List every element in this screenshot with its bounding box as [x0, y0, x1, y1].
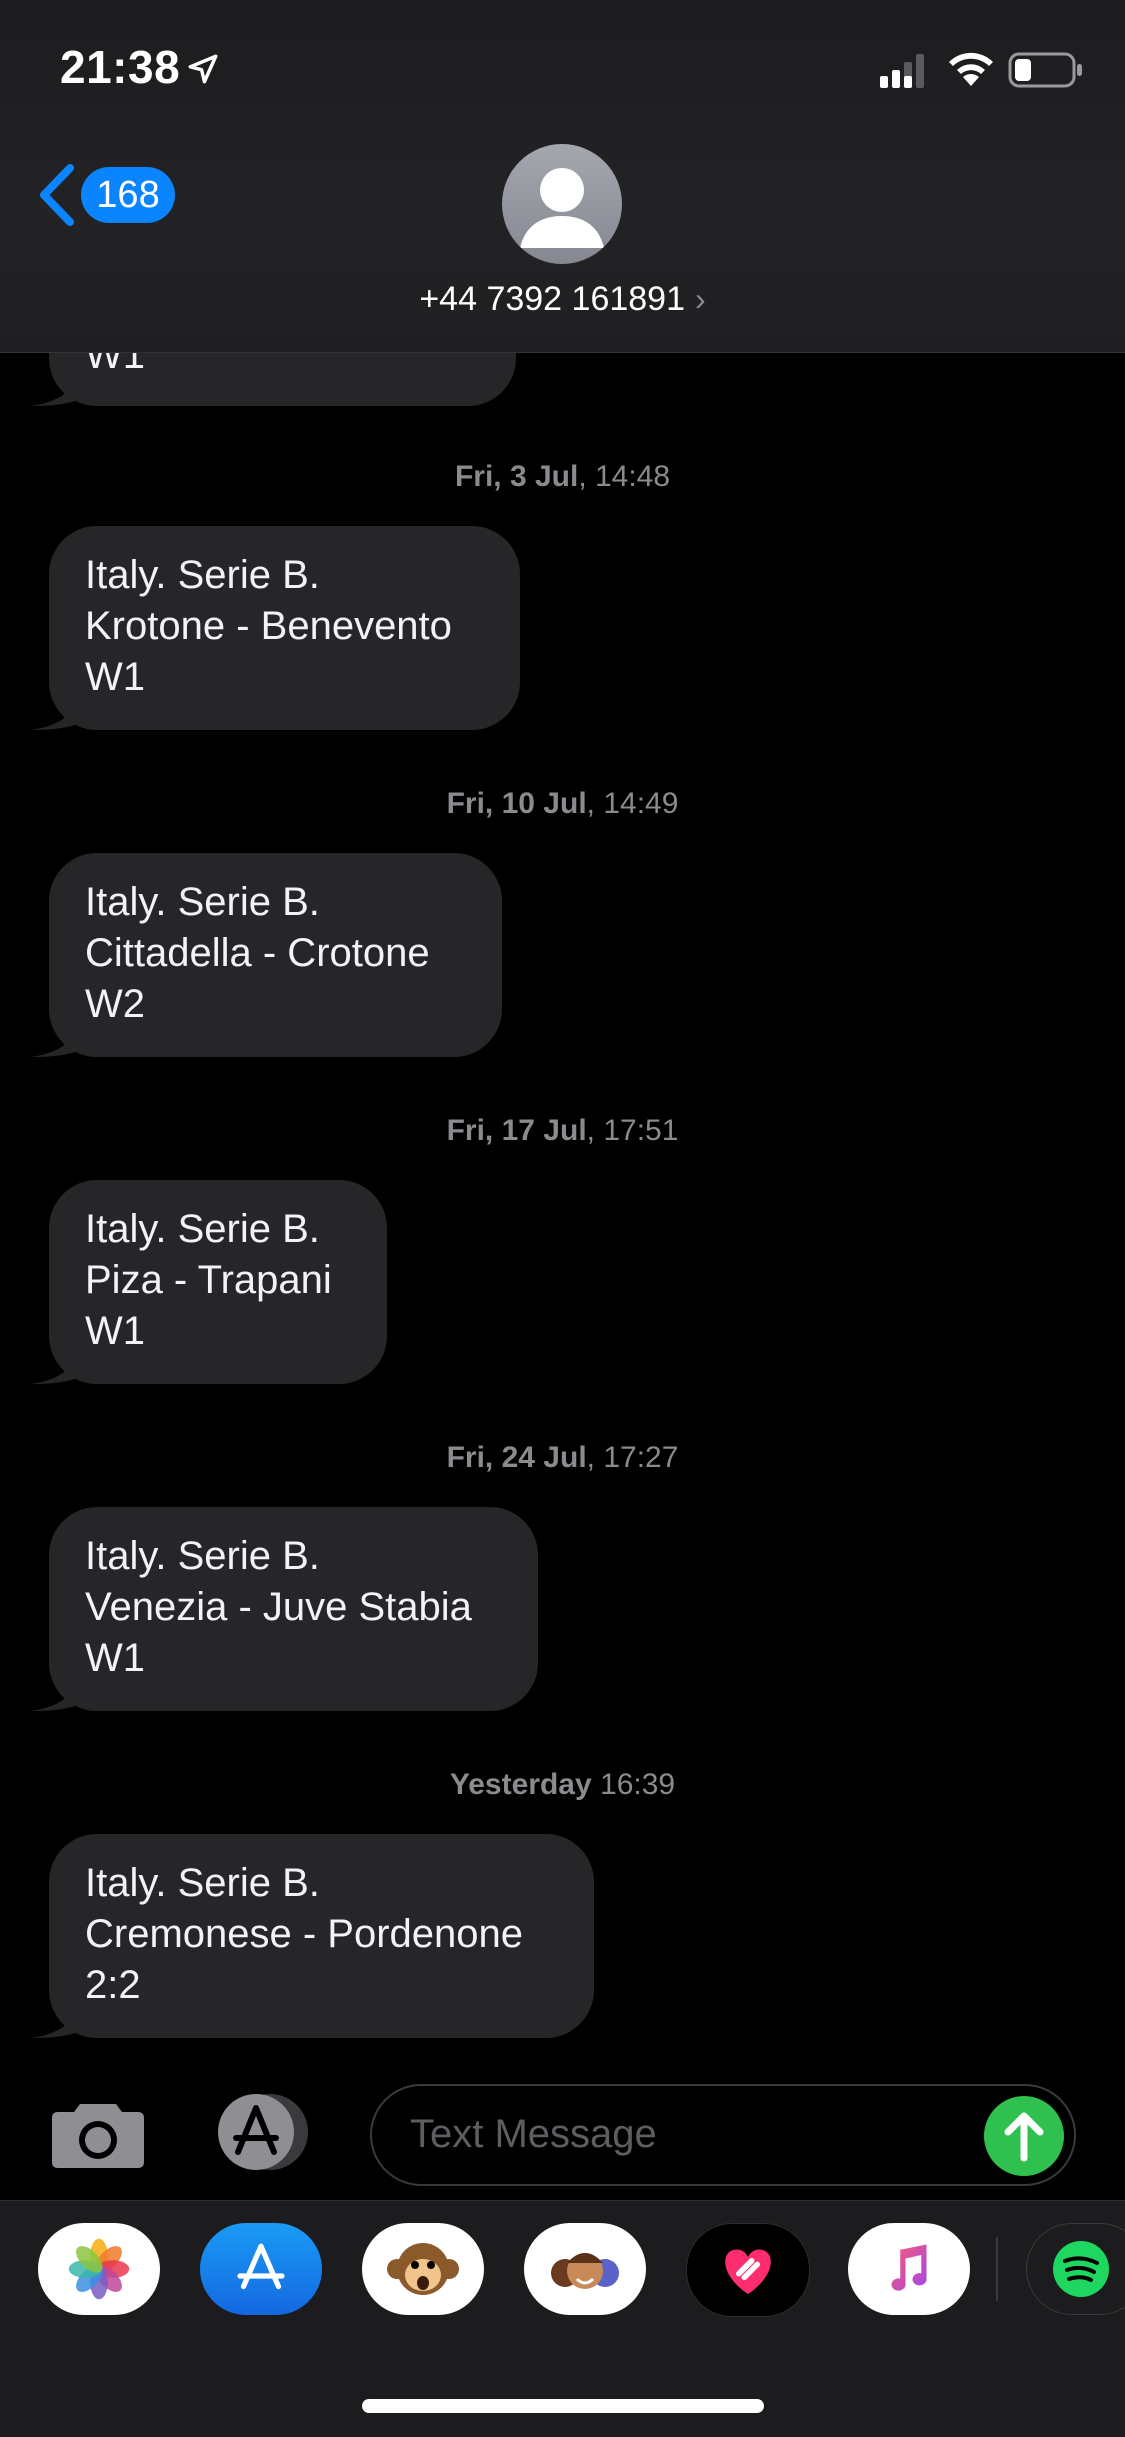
message-line: Italy. Serie B. — [85, 880, 320, 924]
animoji-button[interactable] — [362, 2223, 484, 2315]
message-bubble[interactable]: Italy. Serie B. Piza - Trapani W1 — [31, 1180, 387, 1384]
unread-count-badge: 168 — [81, 167, 175, 223]
message-input[interactable]: Text Message — [370, 2084, 1076, 2186]
timestamp: Fri, 3 Jul, 14:48 — [454, 460, 671, 493]
heart-sticker-icon — [725, 2249, 771, 2295]
message-line: W2 — [85, 982, 145, 1026]
message-line: Cremonese - Pordenone — [85, 1912, 524, 1956]
conversation-header: 21:38 168 +44 7392 161891 › — [0, 0, 1125, 353]
message-input-placeholder: Text Message — [410, 2112, 657, 2156]
message-line: W1 — [85, 1636, 145, 1680]
chevron-left-icon — [40, 164, 74, 226]
camera-icon[interactable] — [50, 2098, 146, 2170]
spotify-button[interactable] — [1026, 2223, 1125, 2315]
message-line: Italy. Serie B. — [85, 1534, 320, 1578]
contact-name: +44 7392 161891 — [419, 280, 685, 318]
person-icon — [520, 168, 604, 248]
message-line: Krotone - Benevento — [85, 604, 452, 648]
bubble-tail — [31, 1994, 81, 2038]
drawer-divider — [996, 2237, 998, 2301]
message-line: W1 — [85, 655, 145, 699]
app-store-apps-icon[interactable] — [208, 2092, 318, 2172]
chevron-right-icon: › — [695, 281, 706, 317]
message-line: Italy. Serie B. — [85, 1861, 320, 1905]
timestamp: Yesterday 16:39 — [449, 1768, 676, 1801]
location-arrow-icon — [188, 54, 218, 84]
timestamp: Fri, 17 Jul, 17:51 — [446, 1114, 679, 1147]
memoji-button[interactable] — [524, 2223, 646, 2315]
app-store-icon — [237, 2243, 285, 2290]
message-line: Cittadella - Crotone — [85, 931, 430, 975]
send-button[interactable] — [984, 2096, 1064, 2176]
message-line: Piza - Trapani — [85, 1258, 332, 1302]
battery-icon — [1008, 52, 1082, 88]
back-button[interactable]: 168 — [36, 164, 186, 226]
compose-bar: Text Message — [0, 2060, 1125, 2200]
wifi-icon — [949, 52, 993, 86]
timestamp: Fri, 24 Jul, 17:27 — [446, 1441, 679, 1474]
stickers-button[interactable] — [686, 2223, 810, 2317]
bubble-tail — [31, 686, 81, 730]
animoji-monkey-icon — [387, 2243, 459, 2295]
spotify-icon — [1053, 2241, 1109, 2297]
music-icon — [891, 2244, 927, 2291]
bubble-tail — [31, 362, 81, 406]
message-bubble[interactable]: Italy. Serie B. Cremonese - Pordenone 2:… — [31, 1834, 594, 2038]
photos-app-button[interactable] — [38, 2223, 160, 2315]
status-time: 21:38 — [60, 41, 181, 93]
home-indicator[interactable] — [362, 2399, 764, 2413]
photos-app-icon — [68, 2238, 130, 2300]
music-button[interactable] — [848, 2223, 970, 2315]
message-line: Venezia - Juve Stabia — [85, 1585, 472, 1629]
message-line: W1 — [85, 1309, 145, 1353]
app-store-button[interactable] — [200, 2223, 322, 2315]
arrow-up-icon — [1004, 2112, 1044, 2162]
contact-avatar[interactable] — [502, 144, 622, 264]
message-line: Italy. Serie B. — [85, 553, 320, 597]
bubble-tail — [31, 1667, 81, 1711]
timestamp: Fri, 10 Jul, 14:49 — [446, 787, 679, 820]
message-bubble[interactable]: Italy. Serie B. Cittadella - Crotone W2 — [31, 853, 502, 1057]
bubble-tail — [31, 1340, 81, 1384]
message-bubble[interactable]: Italy. Serie B. Krotone - Benevento W1 — [31, 526, 520, 730]
memoji-icon — [551, 2253, 619, 2289]
app-drawer — [0, 2200, 1125, 2437]
cellular-signal-icon — [880, 54, 924, 88]
bubble-tail — [31, 1013, 81, 1057]
message-line: 2:2 — [85, 1963, 141, 2007]
message-bubble[interactable]: Italy. Serie B. Venezia - Juve Stabia W1 — [31, 1507, 538, 1711]
message-line: Italy. Serie B. — [85, 1207, 320, 1251]
contact-details-button[interactable]: +44 7392 161891 › — [0, 280, 1125, 319]
